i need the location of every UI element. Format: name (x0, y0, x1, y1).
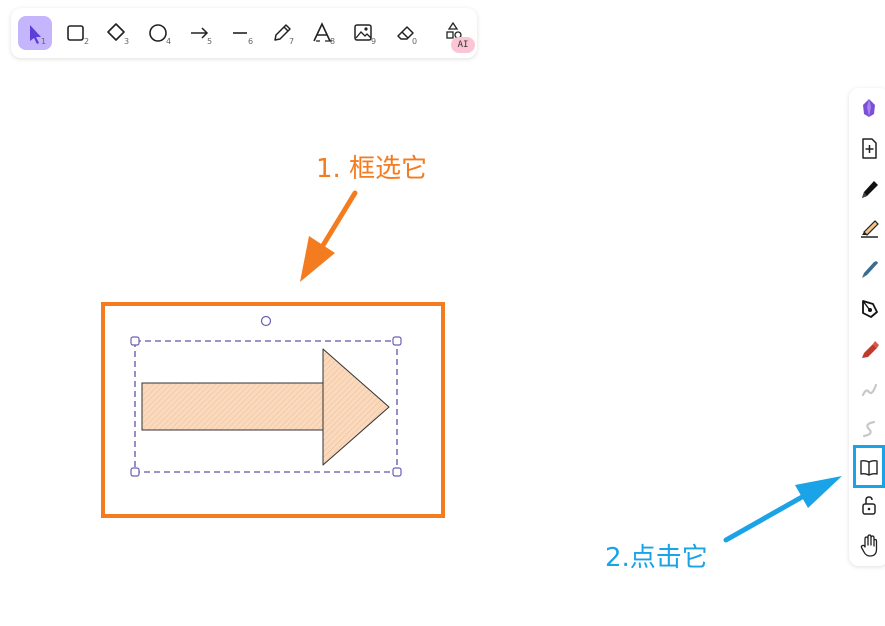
file-add-icon (862, 138, 877, 159)
diamond-tool-button[interactable]: 3 (101, 16, 135, 50)
sidebar-item-hand[interactable] (853, 530, 885, 560)
sidebar-item-highlighter[interactable] (853, 213, 885, 243)
arrow-icon (191, 27, 209, 39)
ai-badge: AI (451, 37, 475, 53)
tool-shortcut: 8 (330, 37, 336, 46)
sidebar-item-unlock[interactable] (853, 490, 885, 520)
tool-shortcut: 6 (248, 37, 254, 46)
tool-shortcut: 0 (412, 37, 418, 46)
tool-shortcut: 1 (41, 37, 47, 46)
rectangle-tool-button[interactable]: 2 (61, 16, 95, 50)
annotation-arrowhead-orange (300, 236, 335, 282)
book-button-highlight (853, 445, 885, 488)
sidebar-item-red-marker[interactable] (853, 333, 885, 363)
tool-shortcut: 2 (84, 37, 90, 46)
main-toolbar: 1 2 3 4 5 6 7 8 9 0 AI (11, 8, 477, 58)
sidebar-item-squiggle[interactable] (853, 373, 885, 403)
step2-annotation-label: 2.点击它 (605, 543, 708, 573)
sidebar-item-squiggle-s[interactable] (853, 413, 885, 443)
diamond-icon (107, 23, 125, 41)
tool-shortcut: 3 (124, 37, 130, 46)
text-icon (313, 22, 332, 42)
pen-icon (862, 181, 878, 198)
red-marker-icon (862, 341, 879, 358)
sidebar-item-pen-nib[interactable] (853, 293, 885, 323)
tool-shortcut: 9 (371, 37, 377, 46)
ellipse-tool-button[interactable]: 4 (143, 16, 177, 50)
arrow-tool-button[interactable]: 5 (184, 16, 218, 50)
right-tool-sidebar (849, 88, 885, 566)
highlighter-icon (861, 220, 879, 238)
pointer-tool-button[interactable]: 1 (18, 16, 52, 50)
tool-shortcut: 5 (207, 37, 213, 46)
image-icon (354, 24, 372, 41)
annotation-arrow-orange (319, 190, 358, 250)
gem-icon (863, 99, 875, 117)
line-icon (233, 32, 247, 34)
annotation-arrow-blue (723, 494, 805, 543)
sidebar-item-pen[interactable] (853, 173, 885, 203)
rectangle-icon (67, 25, 84, 41)
hand-icon (860, 534, 878, 557)
pencil-icon (274, 24, 291, 41)
squiggle-icon (861, 383, 878, 397)
pen-nib-icon (862, 300, 878, 318)
image-tool-button[interactable]: 9 (348, 16, 382, 50)
squiggle-s-icon (862, 420, 876, 438)
unlock-icon (862, 496, 876, 515)
tool-shortcut: 7 (289, 37, 295, 46)
eraser-icon (397, 26, 414, 40)
annotation-arrowhead-blue (795, 476, 842, 508)
sidebar-item-marker[interactable] (853, 253, 885, 283)
text-tool-button[interactable]: 8 (307, 16, 341, 50)
eraser-tool-button[interactable]: 0 (389, 16, 423, 50)
marker-icon (862, 261, 878, 278)
line-tool-button[interactable]: 6 (225, 16, 259, 50)
pointer-icon (30, 25, 41, 44)
sidebar-item-gem[interactable] (853, 93, 885, 123)
pencil-tool-button[interactable]: 7 (266, 16, 300, 50)
tool-shortcut: 4 (166, 37, 172, 46)
ellipse-icon (149, 24, 167, 42)
sidebar-item-new-file[interactable] (853, 133, 885, 163)
step1-annotation-label: 1. 框选它 (316, 154, 428, 184)
